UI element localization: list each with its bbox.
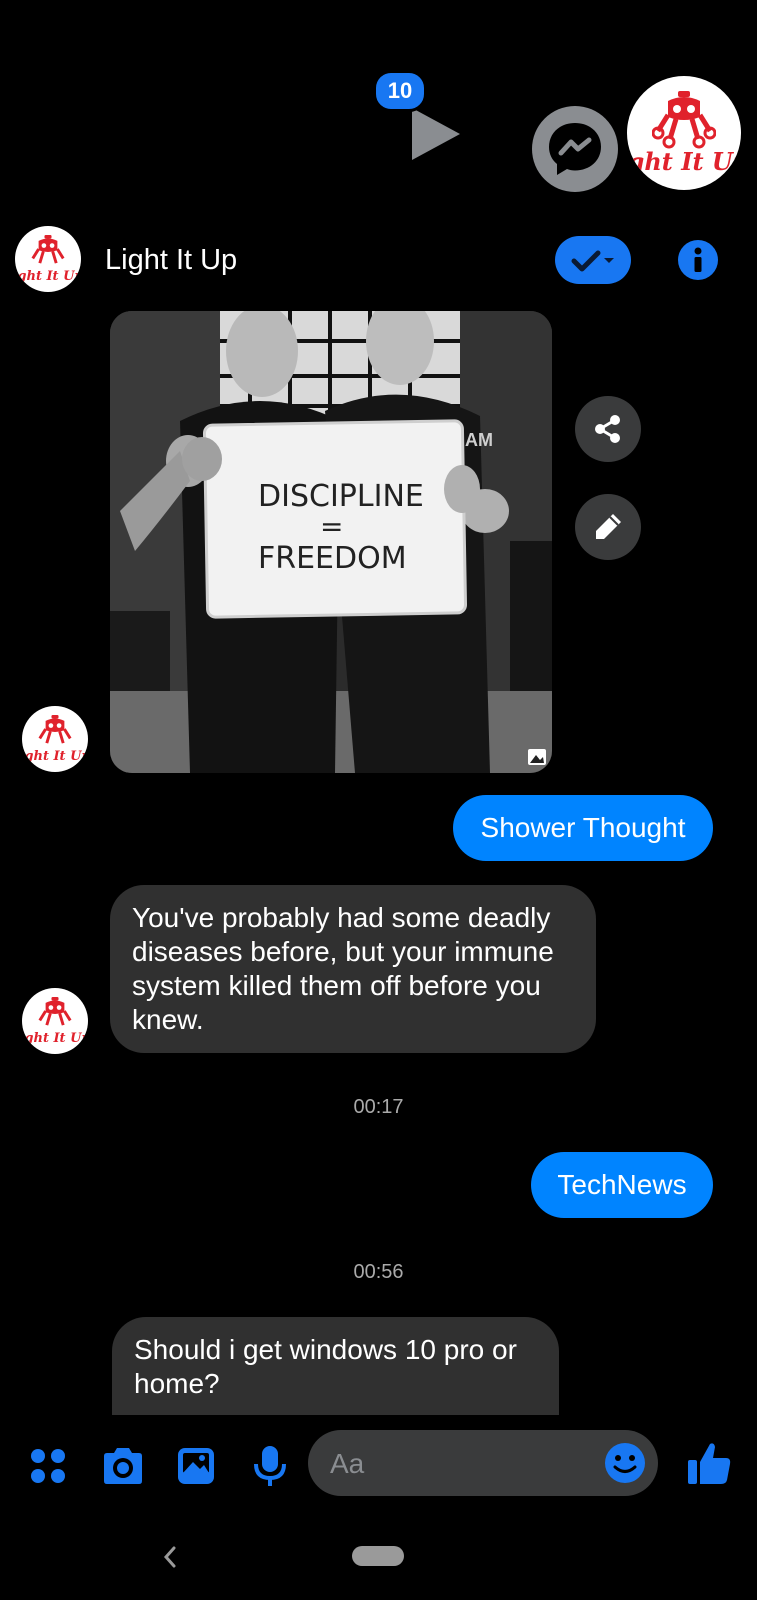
messenger-icon (549, 123, 601, 175)
image-icon (178, 1448, 214, 1484)
grid-dots-icon (31, 1449, 65, 1483)
sender-avatar[interactable]: ight It Up (22, 988, 88, 1054)
gallery-button[interactable] (176, 1446, 216, 1486)
gallery-icon (528, 749, 546, 765)
sign-line-3: FREEDOM (258, 541, 407, 576)
incoming-message[interactable]: You've probably had some deadly diseases… (110, 885, 596, 1053)
share-button[interactable] (575, 396, 641, 462)
back-nav-button[interactable] (158, 1542, 182, 1572)
outgoing-message[interactable]: TechNews (531, 1152, 713, 1218)
sign-line-2: = (320, 510, 343, 543)
conversation-title[interactable]: Light It Up (105, 244, 237, 277)
logo-wordmark: ight It Up (22, 748, 88, 764)
more-actions-button[interactable] (28, 1446, 68, 1486)
thumbs-up-icon (688, 1443, 731, 1484)
camera-button[interactable] (100, 1446, 146, 1486)
pencil-icon (596, 514, 621, 539)
chevron-left-icon (163, 1546, 176, 1568)
header-avatar[interactable]: ight It Up (15, 226, 81, 292)
logo-wordmark: ight It Up (22, 1030, 88, 1046)
sign-line-1: DISCIPLINE (258, 479, 424, 514)
camera-icon (104, 1448, 142, 1484)
photo-message[interactable]: AM DISCIPLINE = FREEDOM (110, 311, 552, 773)
info-icon (694, 247, 702, 272)
octopus-logo-icon (38, 714, 72, 744)
message-input-placeholder: Aa (330, 1448, 365, 1479)
outgoing-message[interactable]: Shower Thought (453, 795, 713, 861)
unread-count-badge: 10 (373, 70, 427, 112)
logo-wordmark: ight It Up (627, 146, 741, 176)
voice-message-button[interactable] (250, 1444, 290, 1488)
octopus-logo-icon (38, 996, 72, 1026)
messenger-chat-head[interactable] (532, 106, 618, 192)
timestamp: 00:56 (353, 1261, 404, 1283)
logo-wordmark: ight It Up (15, 268, 81, 284)
edit-button[interactable] (575, 494, 641, 560)
share-icon (595, 415, 620, 443)
shirt-text: AM (465, 430, 493, 450)
octopus-logo-icon (652, 90, 716, 148)
octopus-logo-icon (31, 234, 65, 264)
done-status-button[interactable] (555, 236, 631, 284)
info-button[interactable] (678, 240, 718, 280)
timestamp: 00:17 (353, 1096, 404, 1118)
microphone-icon (254, 1446, 286, 1486)
message-input[interactable]: Aa (308, 1430, 658, 1496)
incoming-message[interactable]: Should i get windows 10 pro or home? (112, 1317, 559, 1415)
photo-image: AM DISCIPLINE = FREEDOM (110, 311, 552, 773)
home-nav-pill[interactable] (352, 1546, 404, 1566)
checkmark-dropdown-icon (571, 250, 614, 272)
like-button[interactable] (686, 1440, 732, 1486)
sender-avatar[interactable]: ight It Up (22, 706, 88, 772)
light-it-up-chat-head[interactable]: ight It Up (627, 76, 741, 190)
emoji-icon[interactable] (604, 1442, 646, 1484)
